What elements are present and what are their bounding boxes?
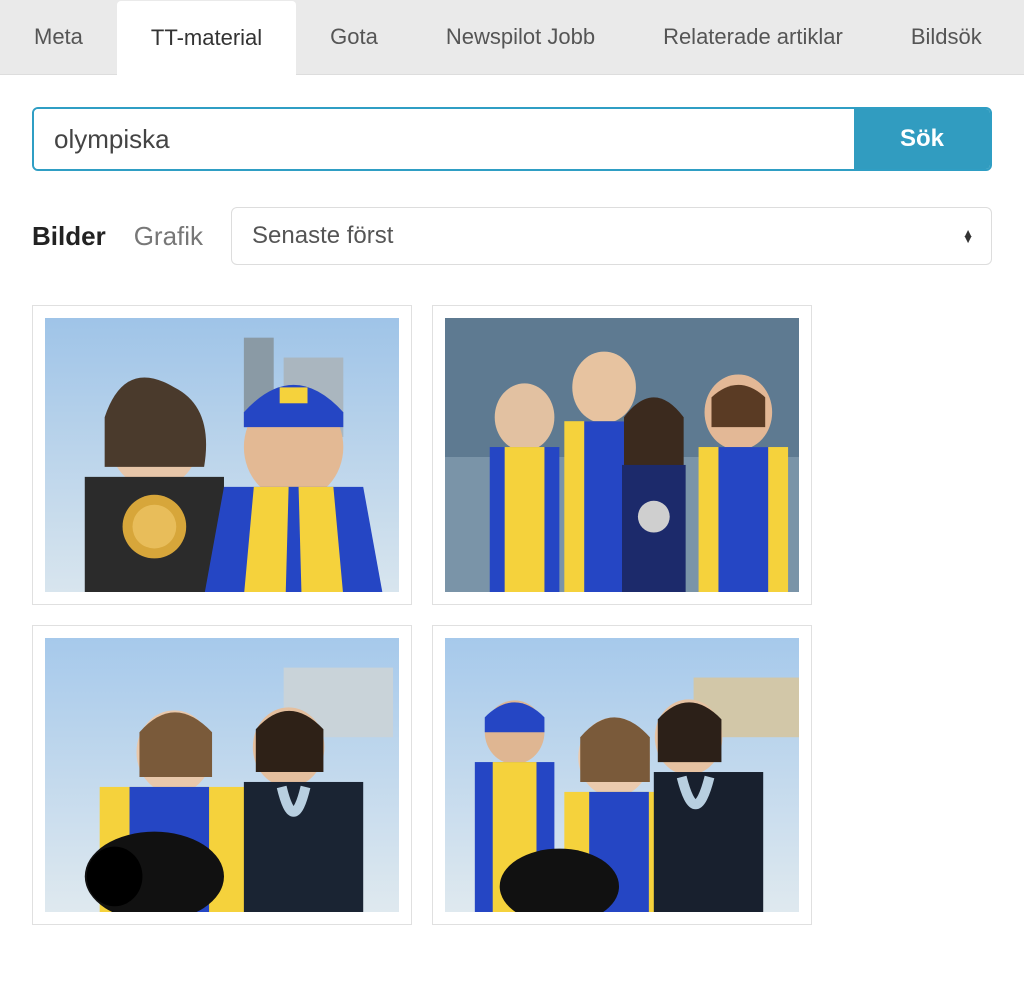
tab-relaterade-artiklar[interactable]: Relaterade artiklar [629,0,877,74]
filter-tab-bilder[interactable]: Bilder [32,221,106,252]
filter-row: Bilder Grafik Senaste först ▲▼ [32,207,992,265]
image-result-1[interactable] [32,305,412,605]
search-bar: Sök [32,107,992,171]
tab-bildsok[interactable]: Bildsök [877,0,1016,74]
thumb-svg [445,638,799,912]
tab-newspilot-jobb[interactable]: Newspilot Jobb [412,0,629,74]
tab-meta[interactable]: Meta [0,0,117,74]
tab-bar: Meta TT-material Gota Newspilot Jobb Rel… [0,0,1024,75]
filter-tab-grafik[interactable]: Grafik [134,221,203,252]
thumb-svg [45,318,399,592]
sort-select-wrap: Senaste först ▲▼ [231,207,992,265]
image-result-3[interactable] [32,625,412,925]
search-button[interactable]: Sök [854,109,990,169]
thumb-svg [445,318,799,592]
results-grid [32,305,992,925]
image-result-4[interactable] [432,625,812,925]
image-result-2[interactable] [432,305,812,605]
tab-content: Sök Bilder Grafik Senaste först ▲▼ [0,75,1024,957]
sort-select[interactable]: Senaste först [231,207,992,265]
thumb-svg [45,638,399,912]
tab-tt-material[interactable]: TT-material [117,1,296,75]
tab-gota[interactable]: Gota [296,0,412,74]
search-input[interactable] [34,109,854,169]
